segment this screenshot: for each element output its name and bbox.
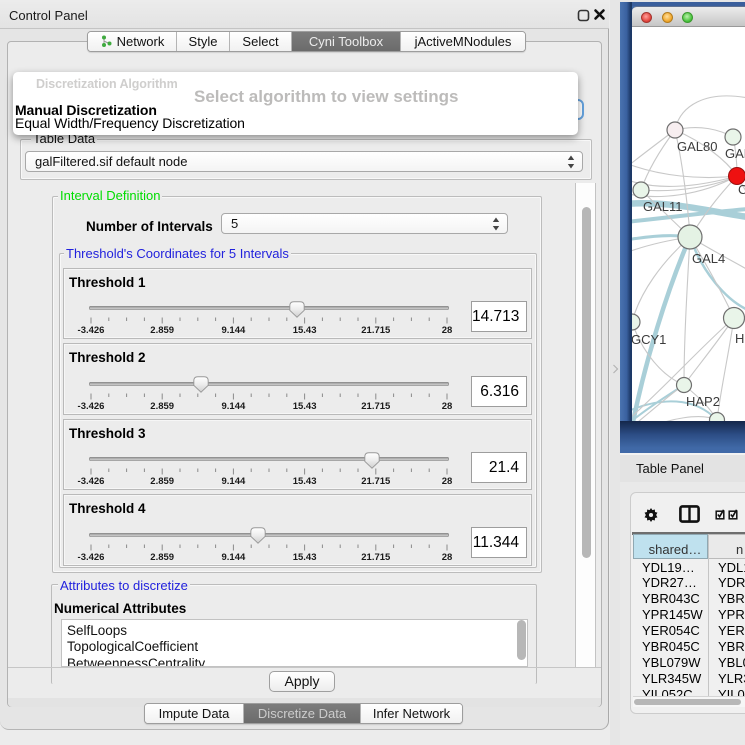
svg-text:HAP2: HAP2 [686, 394, 720, 409]
svg-text:GAL4: GAL4 [692, 251, 725, 266]
svg-text:GAL11: GAL11 [643, 199, 683, 214]
svg-text:HIS: HIS [735, 331, 745, 346]
svg-text:CYC: CYC [738, 182, 745, 197]
svg-text:GAL2: GAL2 [725, 146, 745, 161]
svg-text:GAL80: GAL80 [677, 139, 717, 154]
svg-text:GCY1: GCY1 [632, 332, 666, 347]
